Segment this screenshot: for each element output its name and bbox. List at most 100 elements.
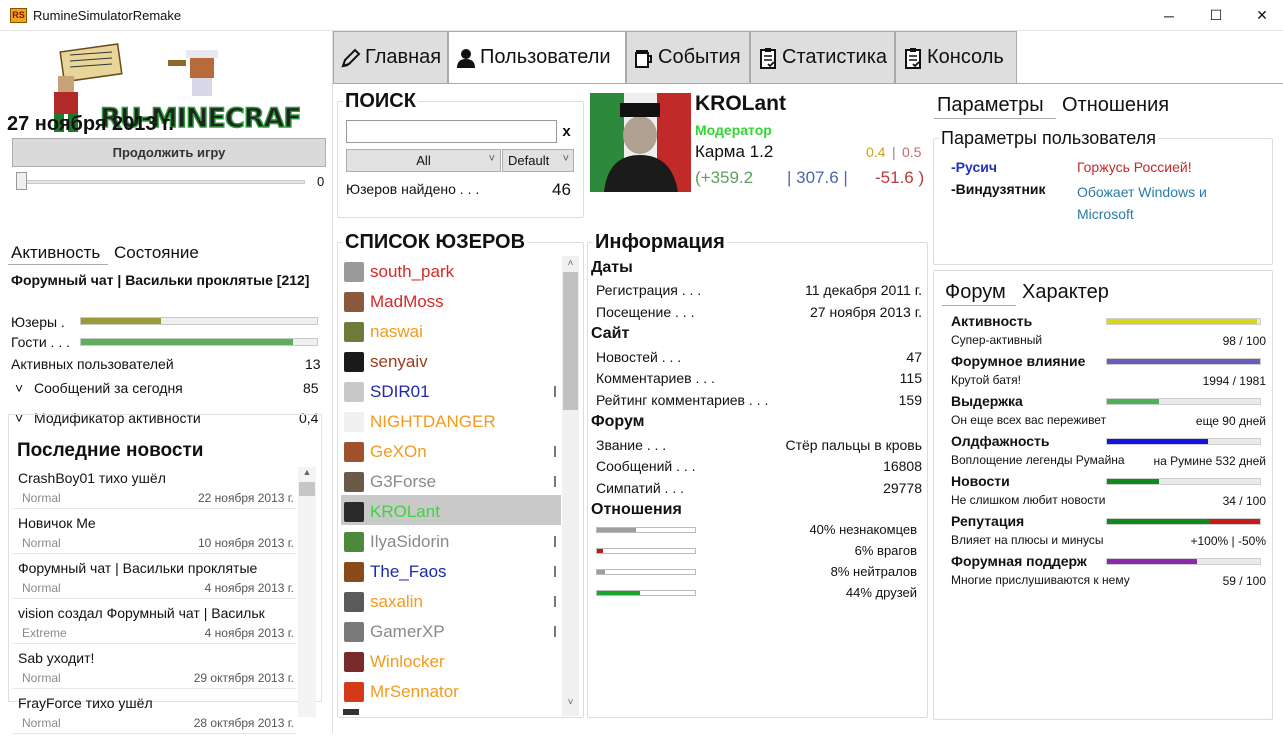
tab-events[interactable]: События xyxy=(626,31,750,83)
tab-character[interactable]: Характер xyxy=(1022,281,1109,304)
user-avatar xyxy=(344,502,364,522)
beer-icon xyxy=(635,49,652,68)
search-input[interactable] xyxy=(346,120,557,143)
partial-avatar xyxy=(343,709,359,715)
news-scroll-thumb[interactable] xyxy=(299,482,315,496)
tab-state[interactable]: Состояние xyxy=(114,243,199,263)
tab-main[interactable]: Главная xyxy=(333,31,448,83)
speed-slider-track[interactable] xyxy=(17,180,305,184)
clear-search-button[interactable]: x xyxy=(557,120,576,143)
character-stat-name: Новости xyxy=(951,473,1010,489)
character-stat-name: Форумное влияние xyxy=(951,353,1086,369)
speed-slider-thumb[interactable] xyxy=(16,172,27,190)
relation-label: 44% друзей xyxy=(845,585,917,600)
news-item[interactable]: FrayForce тихо ушёл Normal 28 октября 20… xyxy=(12,695,296,740)
maximize-button[interactable]: ☐ xyxy=(1193,0,1239,31)
expand-chevron-icon[interactable]: ˅ xyxy=(15,380,23,396)
user-list-item[interactable]: naswai xyxy=(341,317,561,347)
user-name: The_Faos xyxy=(370,562,447,581)
user-name: G3Forse xyxy=(370,472,437,491)
user-name: naswai xyxy=(370,322,423,341)
scroll-up-icon[interactable]: ˄ xyxy=(563,258,578,269)
scroll-up-icon[interactable]: ▲ xyxy=(299,467,315,477)
user-name: GeXOn xyxy=(370,442,427,461)
character-stat-desc: Многие прислушиваются к нему xyxy=(951,573,1130,587)
tab-relations[interactable]: Отношения xyxy=(1062,94,1169,117)
user-name: SDIR01 xyxy=(370,382,430,401)
karma-plus: (+359.2 xyxy=(695,168,754,187)
user-avatar xyxy=(344,682,364,702)
news-item[interactable]: Sab уходит! Normal 29 октября 2013 г. xyxy=(12,650,296,695)
chat-title: Форумный чат | Васильки проклятые [212] xyxy=(11,272,310,288)
tab-params[interactable]: Параметры xyxy=(937,94,1044,117)
user-list-item[interactable]: senyaiv xyxy=(341,347,561,377)
character-stat-bar-fill xyxy=(1107,519,1210,524)
user-list-item[interactable]: GamerXP xyxy=(341,617,561,647)
user-list-item[interactable]: GeXOn xyxy=(341,437,561,467)
news-item[interactable]: Форумный чат | Васильки проклятые Normal… xyxy=(12,560,296,605)
tab-params-underline xyxy=(934,118,1056,119)
news-item-title: Новичок Me xyxy=(18,515,96,531)
user-list-item[interactable]: G3Forse xyxy=(341,467,561,497)
user-list-item[interactable]: The_Faos xyxy=(341,557,561,587)
news-item-title: FrayForce тихо ушёл xyxy=(18,695,153,711)
user-avatar xyxy=(344,592,364,612)
active-users-value: 13 xyxy=(305,356,321,372)
user-list-item[interactable]: saxalin xyxy=(341,587,561,617)
character-stat-name: Форумная поддерж xyxy=(951,553,1087,569)
character-stat-desc: Супер-активный xyxy=(951,333,1043,347)
user-list-item[interactable]: SDIR01 xyxy=(341,377,561,407)
news-item-tag: Normal xyxy=(22,671,61,685)
news-item[interactable]: vision создал Форумный чат | Васильк Ext… xyxy=(12,605,296,650)
user-name: south_park xyxy=(370,262,455,281)
clipboard-icon xyxy=(905,47,921,69)
relation-bar xyxy=(596,548,696,554)
user-list-item[interactable]: NIGHTDANGER xyxy=(341,407,561,437)
user-list-item[interactable]: IlyaSidorin xyxy=(341,527,561,557)
user-list-title: СПИСОК ЮЗЕРОВ xyxy=(343,231,528,254)
continue-game-button[interactable]: Продолжить игру xyxy=(12,138,326,167)
user-list-scroll-thumb[interactable] xyxy=(563,272,578,410)
tab-console[interactable]: Консоль xyxy=(895,31,1017,83)
news-item[interactable]: CrashBoy01 тихо ушёл Normal 22 ноября 20… xyxy=(12,470,296,515)
tab-users[interactable]: Пользователи xyxy=(448,31,626,83)
title-bar: RS RumineSimulatorRemake ─ ☐ ✕ xyxy=(0,0,1283,31)
user-list-item[interactable]: KROLant xyxy=(341,497,561,527)
tab-stats[interactable]: Статистика xyxy=(750,31,895,83)
minimize-button[interactable]: ─ xyxy=(1146,0,1192,31)
character-stat-name: Олдфажность xyxy=(951,433,1050,449)
scroll-down-icon[interactable]: ˅ xyxy=(563,697,578,708)
user-avatar xyxy=(344,412,364,432)
character-stat-bar xyxy=(1106,478,1261,485)
user-list-item[interactable]: south_park xyxy=(341,257,561,287)
status-pip xyxy=(554,476,556,487)
user-avatar xyxy=(344,262,364,282)
news-item[interactable]: Новичок Me Normal 10 ноября 2013 г. xyxy=(12,515,296,560)
character-stat-name: Активность xyxy=(951,313,1033,329)
tab-stats-label: Статистика xyxy=(782,46,888,68)
guests-bar xyxy=(80,338,318,346)
sort-select[interactable]: Default ˅ xyxy=(502,149,574,172)
rank-label: Звание . . . xyxy=(596,437,667,453)
comments-value: 115 xyxy=(899,370,922,386)
params-title: Параметры пользователя xyxy=(939,128,1158,149)
guests-label: Гости . . . xyxy=(11,334,71,350)
news-scrollbar[interactable] xyxy=(298,467,316,717)
found-count: 46 xyxy=(552,180,571,199)
character-stat-desc: Влияет на плюсы и минусы xyxy=(951,533,1104,547)
character-stat-value: 98 / 100 xyxy=(1222,334,1266,348)
tab-activity[interactable]: Активность xyxy=(11,243,100,263)
karma-ratio-sep: | xyxy=(892,144,896,160)
news-item-tag: Normal xyxy=(22,536,61,550)
tab-forum[interactable]: Форум xyxy=(945,281,1006,304)
user-name: saxalin xyxy=(370,592,423,611)
user-list-item[interactable]: MadMoss xyxy=(341,287,561,317)
close-button[interactable]: ✕ xyxy=(1239,0,1283,31)
group-filter-select[interactable]: All ˅ xyxy=(346,149,501,172)
tab-forum-underline xyxy=(942,305,1016,306)
user-list-item[interactable]: Winlocker xyxy=(341,647,561,677)
user-list-item[interactable]: MrSennator xyxy=(341,677,561,707)
visit-value: 27 ноября 2013 г. xyxy=(810,304,922,320)
relation-bar xyxy=(596,527,696,533)
user-name: Winlocker xyxy=(370,652,445,671)
